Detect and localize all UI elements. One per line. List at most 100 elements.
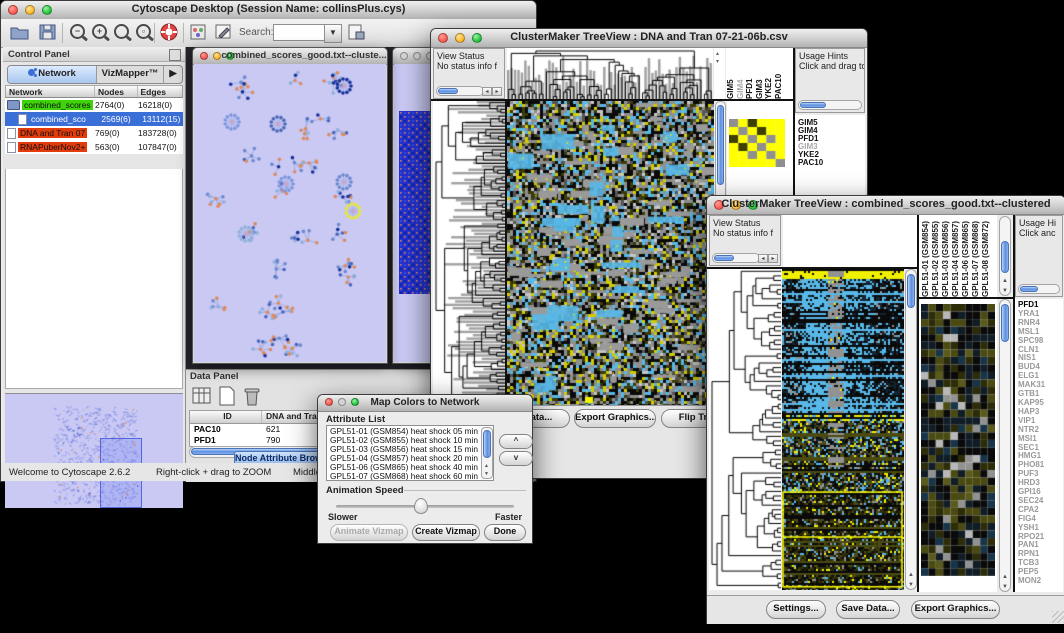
scrollbar-thumb[interactable] — [717, 105, 724, 185]
scroll-right-icon[interactable]: ▸ — [492, 87, 502, 96]
scrollbar-thumb[interactable] — [907, 274, 915, 308]
scrollbar-thumb[interactable] — [1001, 241, 1009, 273]
scroll-down-icon[interactable]: ▼ — [1002, 288, 1008, 294]
vizmap-icon[interactable] — [188, 22, 210, 44]
delete-attribute-icon[interactable] — [241, 385, 263, 407]
scrollbar-thumb[interactable] — [1001, 304, 1009, 342]
scroll-up-icon[interactable]: ▲ — [484, 463, 489, 469]
network-table-row[interactable]: RNAPuberNov2+ 563(0) 107847(0) — [5, 140, 183, 154]
column-label[interactable]: GIM5 — [726, 48, 736, 99]
tv2-zoom-vscrollbar[interactable]: ▲ ▼ — [999, 299, 1011, 592]
column-label[interactable]: GPL51-02 (GSM855) — [931, 215, 941, 297]
network1-canvas-area[interactable] — [194, 64, 386, 362]
open-session-icon[interactable] — [9, 22, 31, 44]
column-label[interactable]: PAC10 — [774, 48, 784, 99]
network2-graph-canvas[interactable] — [399, 111, 431, 294]
scrollbar-thumb[interactable] — [800, 102, 826, 108]
column-label[interactable]: YKE2 — [764, 48, 774, 99]
scrollbar-thumb[interactable] — [1020, 286, 1038, 292]
tv1-heatmap[interactable] — [507, 101, 714, 405]
birdseye-view[interactable] — [5, 393, 183, 508]
tv2-vscrollbar[interactable]: ▲ ▼ — [905, 269, 917, 590]
move-down-button[interactable]: v — [499, 451, 533, 466]
new-attribute-icon[interactable] — [216, 385, 238, 407]
scrollbar-thumb[interactable] — [483, 430, 491, 458]
tv2-heatmap[interactable] — [782, 269, 904, 590]
tv1-mini-heatmap[interactable] — [729, 119, 785, 167]
search-input[interactable] — [273, 24, 325, 41]
column-label[interactable]: GIM4 — [736, 48, 746, 99]
birdseye-canvas[interactable] — [5, 394, 183, 508]
gene-label[interactable]: MON2 — [1018, 577, 1063, 586]
scroll-down-icon[interactable]: ▼ — [908, 582, 914, 588]
scroll-up-icon[interactable]: ▴ — [716, 50, 719, 57]
column-label[interactable]: GPL51-08 (GSM872) — [981, 215, 991, 297]
tv2-zoom-heatmap[interactable] — [921, 304, 995, 576]
scroll-up-icon[interactable]: ▲ — [1002, 278, 1008, 284]
tv2-hints-hscrollbar[interactable] — [1018, 284, 1060, 294]
main-titlebar[interactable]: Cytoscape Desktop (Session Name: collins… — [1, 1, 536, 20]
export-graphics-button[interactable]: Export Graphics... — [574, 409, 656, 428]
zoom-selected-icon[interactable] — [111, 22, 133, 44]
column-label[interactable]: GPL51-01 (GSM854) — [921, 215, 931, 297]
attr-list-vscrollbar[interactable]: ▲ ▼ — [481, 427, 493, 479]
scroll-right-icon[interactable]: ▸ — [768, 254, 778, 263]
tv2-row-dendrogram[interactable] — [709, 269, 781, 590]
scroll-down-icon[interactable]: ▼ — [484, 471, 489, 477]
tv1-row-dendrogram[interactable] — [433, 101, 505, 405]
column-label[interactable]: PFD1 — [745, 48, 755, 99]
network1-graph-canvas[interactable] — [194, 64, 386, 361]
treeview2-titlebar[interactable]: ClusterMaker TreeView : combined_scores_… — [707, 196, 1064, 215]
treeview1-titlebar[interactable]: ClusterMaker TreeView : DNA and Tran 07-… — [431, 29, 867, 48]
scrollbar-thumb[interactable] — [714, 255, 734, 261]
scroll-up-icon[interactable]: ▲ — [1002, 574, 1008, 580]
column-label[interactable]: GPL51-07 (GSM868) — [971, 215, 981, 297]
zoom-fit-icon[interactable]: ▫ — [133, 22, 155, 44]
network-list-empty-area[interactable] — [5, 169, 183, 389]
tab-vizmapper[interactable]: VizMapper™ — [97, 66, 164, 83]
network-table-row[interactable]: DNA and Tran 07 769(0) 183728(0) — [5, 126, 183, 140]
attribute-list-item[interactable]: GPL51-07 (GSM868) heat shock 60 min — [330, 472, 493, 481]
column-label[interactable]: GPL51-06 (GSM865) — [961, 215, 971, 297]
network-overview-icon[interactable] — [346, 22, 368, 44]
attribute-select-icon[interactable] — [191, 385, 213, 407]
tv1-hints-hscrollbar[interactable] — [798, 100, 862, 110]
tab-overflow-arrow[interactable]: ▶ — [164, 66, 182, 83]
slider-thumb[interactable] — [414, 498, 428, 514]
help-lifering-icon[interactable] — [159, 22, 181, 44]
minimize-button[interactable] — [413, 52, 421, 60]
search-dropdown-icon[interactable]: ▼ — [324, 24, 342, 43]
network-table-row[interactable]: combined_scores 2764(0) 16218(0) — [5, 98, 183, 112]
tv2-column-dendrogram-area[interactable] — [783, 215, 917, 268]
scroll-left-icon[interactable]: ◂ — [482, 87, 492, 96]
tab-network[interactable]: Network — [8, 66, 97, 83]
done-button[interactable]: Done — [484, 524, 526, 541]
zoom-in-icon[interactable]: + — [89, 22, 111, 44]
export-graphics-button[interactable]: Export Graphics... — [911, 600, 1000, 619]
animate-vizmap-button[interactable]: Animate Vizmap — [330, 524, 408, 541]
resize-grip[interactable] — [1052, 611, 1064, 623]
tv1-status-hscrollbar[interactable] — [436, 86, 484, 96]
save-data-button[interactable]: Save Data... — [836, 600, 900, 619]
scroll-left-icon[interactable]: ◂ — [758, 254, 768, 263]
tv2-status-hscrollbar[interactable] — [712, 253, 760, 263]
move-up-button[interactable]: ^ — [499, 434, 533, 449]
zoom-out-icon[interactable]: − — [67, 22, 89, 44]
settings-button[interactable]: Settings... — [766, 600, 826, 619]
network-table-header[interactable]: Network Nodes Edges — [5, 85, 183, 98]
column-label[interactable]: GIM3 — [755, 48, 765, 99]
scroll-down-icon[interactable]: ▼ — [1002, 584, 1008, 590]
create-vizmap-button[interactable]: Create Vizmap — [412, 524, 480, 541]
column-label[interactable]: GPL51-03 (GSM856) — [941, 215, 951, 297]
scroll-up-icon[interactable]: ▲ — [908, 572, 914, 578]
close-button[interactable] — [400, 52, 408, 60]
dialog-titlebar[interactable]: Map Colors to Network — [318, 395, 532, 412]
save-session-icon[interactable] — [37, 22, 59, 44]
tv1-column-dendrogram[interactable] — [507, 48, 713, 99]
annotation-icon[interactable] — [213, 22, 235, 44]
tv2-collabel-vscrollbar[interactable]: ▲ ▼ — [999, 216, 1011, 296]
network1-titlebar[interactable]: combined_scores_good.txt--cluste... — [193, 48, 387, 65]
float-panel-icon[interactable] — [169, 49, 181, 61]
scroll-down-icon[interactable]: ▾ — [716, 58, 719, 65]
row-label[interactable]: PAC10 — [798, 159, 865, 167]
